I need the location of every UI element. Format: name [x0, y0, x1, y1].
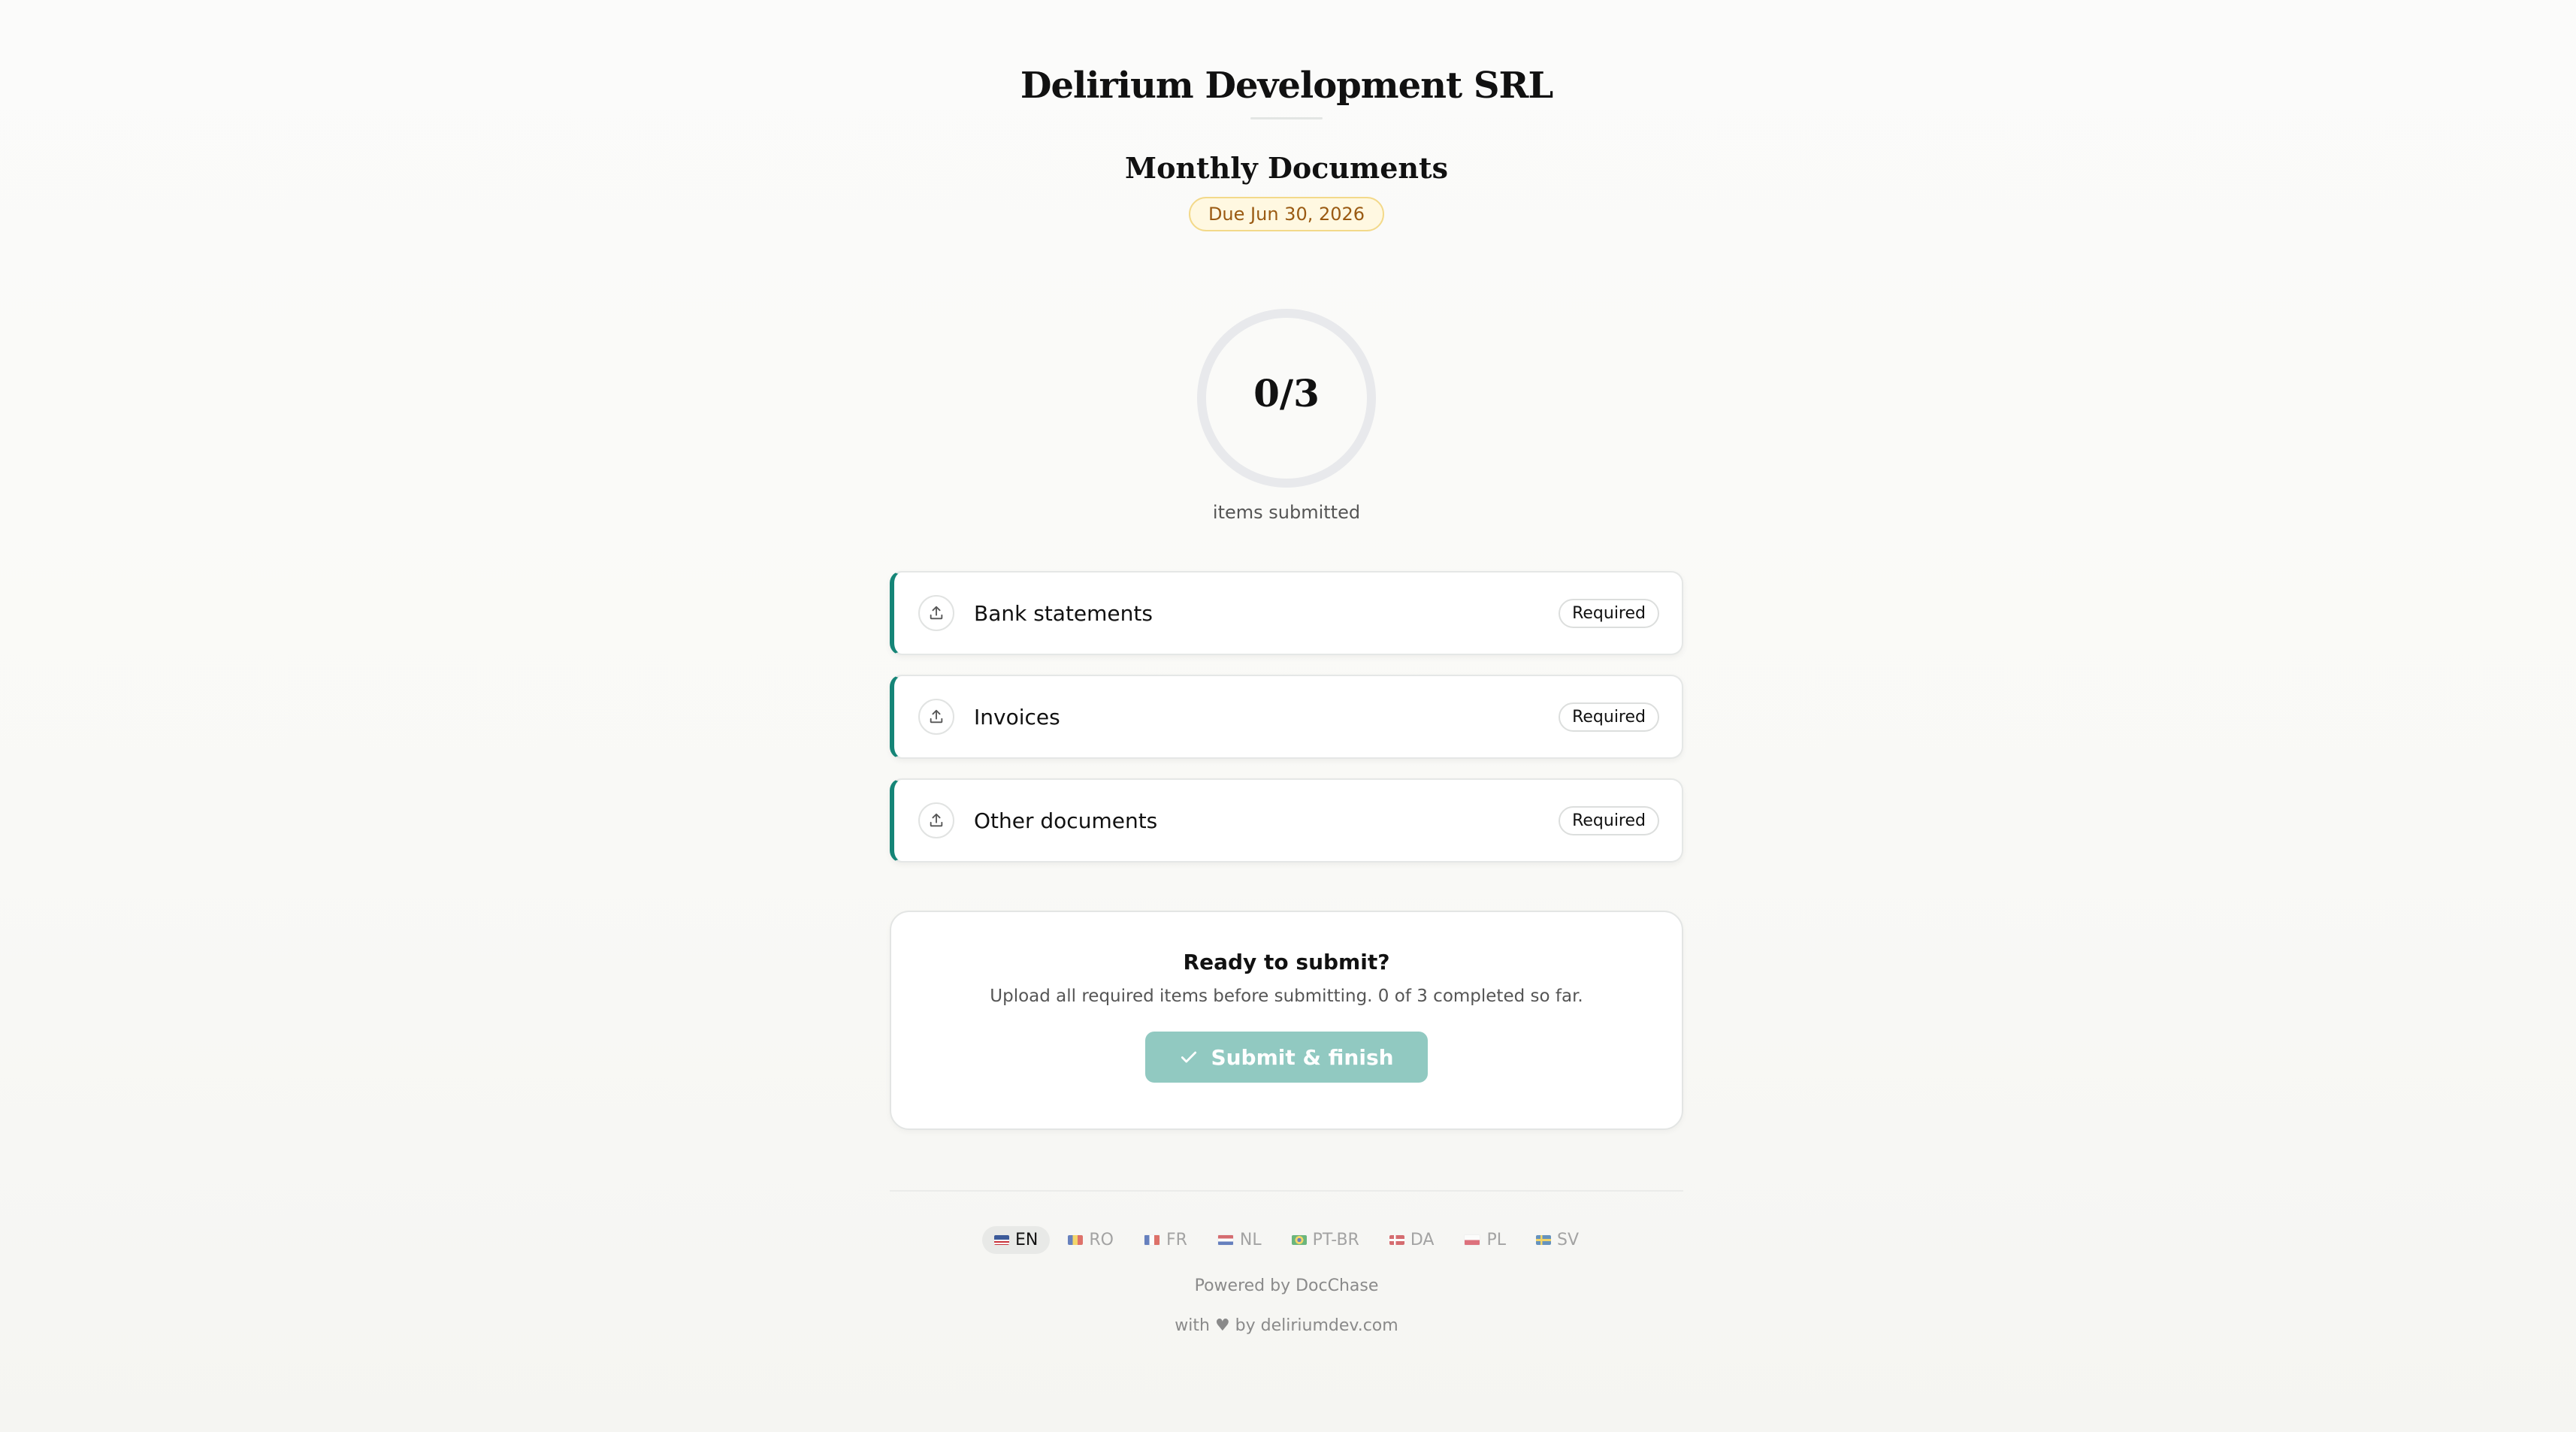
- language-option-nl[interactable]: NL: [1205, 1226, 1274, 1254]
- language-code: EN: [1014, 1231, 1039, 1249]
- language-code: DA: [1410, 1231, 1435, 1249]
- document-item-invoices[interactable]: Invoices Required: [890, 675, 1683, 759]
- language-option-pl[interactable]: PL: [1452, 1226, 1518, 1254]
- powered-by-text: Powered by DocChase: [1194, 1276, 1379, 1295]
- required-badge: Required: [1559, 598, 1659, 628]
- progress-ring: 0/3: [1195, 307, 1378, 490]
- check-icon: [1181, 1051, 1197, 1063]
- company-name: Delirium Development SRL: [1020, 65, 1553, 107]
- language-code: PL: [1486, 1231, 1506, 1249]
- upload-icon[interactable]: [918, 802, 954, 838]
- language-code: PT-BR: [1312, 1231, 1359, 1249]
- language-code: SV: [1556, 1231, 1579, 1249]
- page-container: Delirium Development SRL Monthly Documen…: [890, 0, 1683, 1335]
- title-divider: [1250, 117, 1323, 119]
- document-item-label: Bank statements: [974, 600, 1153, 626]
- flag-pl-icon: [1464, 1234, 1481, 1246]
- required-badge: Required: [1559, 805, 1659, 835]
- flag-us-icon: [993, 1235, 1009, 1245]
- required-badge: Required: [1559, 702, 1659, 732]
- flag-br-icon: [1291, 1235, 1307, 1245]
- upload-icon[interactable]: [918, 699, 954, 735]
- document-item-label: Other documents: [974, 808, 1158, 833]
- language-option-pt-br[interactable]: PT-BR: [1280, 1226, 1371, 1254]
- language-code: RO: [1089, 1231, 1114, 1249]
- document-list: Bank statements Required Invoices Requir…: [890, 571, 1683, 863]
- submit-button-label: Submit & finish: [1211, 1044, 1394, 1070]
- upload-icon[interactable]: [918, 595, 954, 631]
- language-option-sv[interactable]: SV: [1524, 1226, 1591, 1254]
- flag-fr-icon: [1143, 1234, 1160, 1246]
- due-date-badge: Due Jun 30, 2026: [1188, 197, 1385, 231]
- language-switcher: EN RO FR NL PT-BR DA PL SV: [981, 1226, 1591, 1254]
- document-item-label: Invoices: [974, 704, 1060, 730]
- language-option-ro[interactable]: RO: [1056, 1226, 1126, 1254]
- language-option-en[interactable]: EN: [981, 1226, 1051, 1254]
- language-code: NL: [1239, 1231, 1262, 1249]
- language-code: FR: [1166, 1231, 1187, 1249]
- language-option-da[interactable]: DA: [1377, 1226, 1447, 1254]
- submit-card: Ready to submit? Upload all required ite…: [890, 911, 1683, 1130]
- flag-nl-icon: [1217, 1234, 1234, 1246]
- document-item-other-documents[interactable]: Other documents Required: [890, 778, 1683, 863]
- submit-description: Upload all required items before submitt…: [990, 986, 1583, 1006]
- credit-text: with ♥ by deliriumdev.com: [1175, 1316, 1398, 1335]
- document-item-bank-statements[interactable]: Bank statements Required: [890, 571, 1683, 655]
- flag-dk-icon: [1389, 1235, 1404, 1245]
- flag-se-icon: [1535, 1235, 1551, 1245]
- submit-heading: Ready to submit?: [1183, 950, 1390, 974]
- page-title: Monthly Documents: [1125, 151, 1448, 185]
- language-option-fr[interactable]: FR: [1132, 1226, 1199, 1254]
- progress-caption: items submitted: [1212, 502, 1361, 523]
- progress-count: 0/3: [1253, 371, 1320, 415]
- flag-ro-icon: [1068, 1235, 1084, 1245]
- footer-divider: [890, 1190, 1683, 1192]
- submit-finish-button[interactable]: Submit & finish: [1145, 1032, 1428, 1083]
